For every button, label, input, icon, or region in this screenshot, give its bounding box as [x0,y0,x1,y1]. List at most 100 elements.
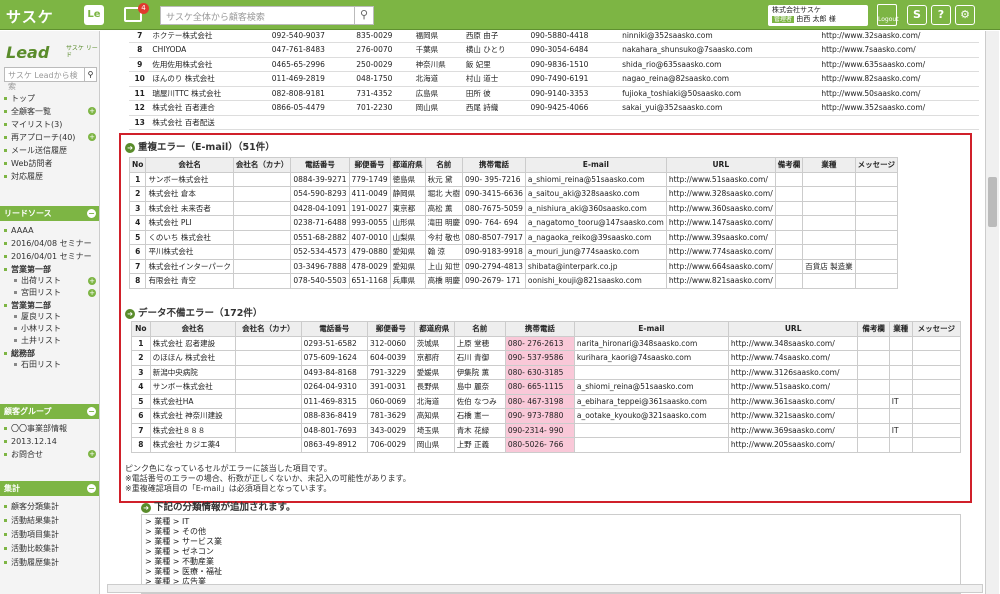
sidebar-item[interactable]: Web訪問者 [0,157,99,170]
app-logo[interactable]: サスケ [6,6,54,27]
table-cell: http://www.50saasko.com/ [819,86,979,101]
sidebar-item[interactable]: マイリスト(3) [0,118,99,131]
table-cell: 7 [129,31,151,43]
sidebar-item-label: 全顧客一覧 [11,107,51,116]
table-cell: 0465-65-2996 [269,57,355,72]
table-cell: 神奈川県 [413,57,464,72]
table-cell: 080- 276-2613 [504,335,575,351]
add-icon[interactable]: + [88,277,96,285]
help-icon[interactable]: ? [931,5,951,25]
sidebar-item[interactable]: メール送信履歴 [0,144,99,157]
table-cell [774,229,804,245]
leadsource-label: 2016/04/08 セミナー [11,239,92,248]
table-cell: IT [888,422,913,438]
classify-line: > 業種 > IT [145,517,190,526]
vertical-scrollbar[interactable] [985,31,999,594]
search-icon[interactable]: ⚲ [84,67,97,82]
group-label: 〇〇事業部情報 [11,424,67,433]
scroll-thumb[interactable] [988,177,997,227]
column-header: 電話番号 [300,321,368,337]
dept-sub-item[interactable]: 小林リスト [0,323,99,335]
add-icon[interactable]: + [88,133,96,141]
column-header: 業種 [802,157,856,173]
sidebar-item[interactable]: 全顧客一覧 + [0,105,99,118]
table-cell [235,350,302,366]
add-icon[interactable]: + [88,450,96,458]
table-cell: a_ebihara_teppei@361saasko.com [573,393,729,409]
collapse-icon[interactable]: − [87,209,96,218]
group-item[interactable]: 〇〇事業部情報 [0,422,99,435]
table-cell [232,258,292,274]
dept-sub-item[interactable]: 土井リスト [0,335,99,347]
arrow-circle-icon: ➜ [125,142,135,153]
table-cell [857,350,890,366]
table-cell [235,364,302,380]
leadsource-item[interactable]: 2016/04/01 セミナー [0,250,99,263]
table-cell: 075-609-1624 [300,350,368,366]
dept-sub-label: 石田リスト [21,360,61,369]
add-icon[interactable]: + [88,289,96,297]
sidebar-item-label: 再アプローチ(40) [11,133,76,142]
table-cell: 愛知県 [389,244,426,260]
dept-sub-item[interactable]: 石田リスト [0,359,99,371]
sidebar-item[interactable]: トップ [0,92,99,105]
s-icon[interactable]: S [907,5,927,25]
table-cell [911,350,962,366]
sec-leadsource[interactable]: リードソース − [0,206,99,221]
aggr-label: 活動履歴集計 [11,558,59,567]
sidebar: Lead サスケ リード サスケ Leadから検索 ⚲ トップ 全顧客一覧 + マイリスト(3… [0,31,100,594]
aggr-item[interactable]: 顧客分類集計 [0,500,99,513]
column-header: 名前 [453,321,506,337]
sec-aggr[interactable]: 集計 − [0,481,99,496]
table-cell [854,229,898,245]
dept-sub-item[interactable]: 宮田リスト + [0,287,99,299]
table-cell: http://www.635saasko.com/ [819,57,979,72]
group-item[interactable]: お問合せ + [0,448,99,461]
dept-sub-item[interactable]: 厦良リスト [0,311,99,323]
column-header: 携帯電話 [462,157,526,173]
table-row: 8 有限会社 青空 078-540-5503 651-1168 兵庫県 高橋 明慶 090-… [128,273,898,289]
dept-sub-item[interactable]: 出荷リスト + [0,275,99,287]
table-cell: 千葉県 [413,42,464,58]
logout-button[interactable]: Logout [877,4,899,26]
leadsource-item[interactable]: 2016/04/08 セミナー [0,237,99,250]
group-item[interactable]: 2013.12.14 [0,435,99,448]
leadsource-item[interactable]: AAAA [0,224,99,237]
table-row: 7 株式会社８８８ 048-801-7693 343-0029 埼玉県 青木 花緑 090-… [131,422,962,438]
bullet-icon [4,136,7,139]
sidebar-item[interactable]: 再アプローチ(40) + [0,131,99,144]
table-row: 4 サンボー株式会社 0264-04-9310 391-0031 長野県 島中 麗奈 080… [131,379,962,395]
collapse-icon[interactable]: − [87,407,96,416]
lead-logo[interactable]: Lead [6,43,49,62]
table-cell [857,393,890,409]
horizontal-scrollbar[interactable] [107,584,983,593]
table-cell: 312-0060 [366,335,415,351]
table-cell: 090-2314- 990 [504,422,575,438]
global-search-input[interactable]: サスケ全体から顧客検索 [160,6,355,25]
table-cell: 2 [128,186,147,202]
table-cell [232,215,292,231]
gear-icon[interactable]: ⚙ [955,5,975,25]
table-cell [888,437,913,453]
table-cell: 791-3229 [366,364,415,380]
sidebar-item[interactable]: 対応履歴 [0,170,99,183]
table-cell [774,171,804,187]
aggr-item[interactable]: 活動項目集計 [0,528,99,541]
search-icon[interactable]: ⚲ [354,6,374,25]
aggr-item[interactable]: 活動履歴集計 [0,556,99,569]
aggr-item[interactable]: 活動結果集計 [0,514,99,527]
collapse-icon[interactable]: − [87,484,96,493]
table-cell: shida_rio@635saasko.com [620,57,820,72]
classify-line: > 業種 > サービス業 [145,537,223,546]
aggr-item[interactable]: 活動比較集計 [0,542,99,555]
table-cell: 秋元 黛 [424,171,464,187]
table-cell: 1 [131,335,151,351]
table-cell [857,364,890,380]
add-icon[interactable]: + [88,107,96,115]
table-cell: 愛知県 [389,258,426,274]
sec-group[interactable]: 顧客グループ − [0,404,99,419]
le-button[interactable]: Le [84,5,104,25]
lead-search-input[interactable]: サスケ Leadから検索 [4,67,86,91]
bullet-icon [4,242,7,245]
table-cell: 0293-51-6582 [300,335,368,351]
